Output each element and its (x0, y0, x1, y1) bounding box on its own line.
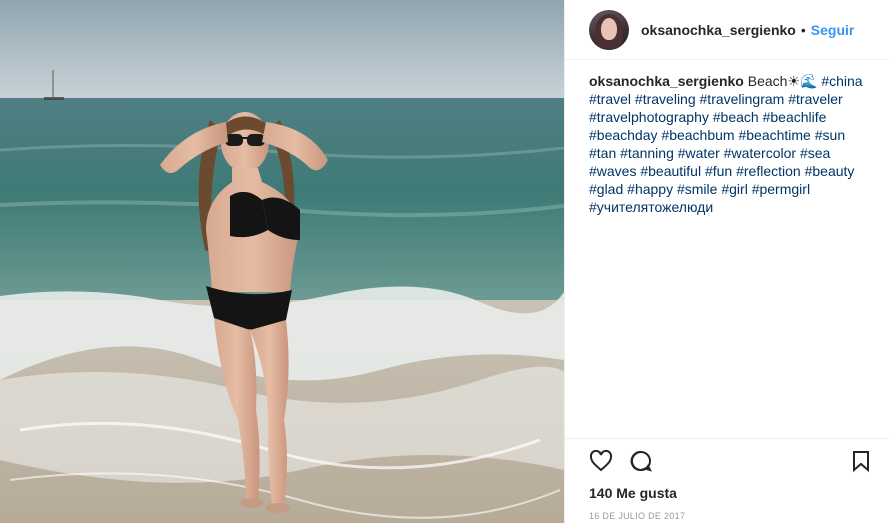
beach-photo-illustration (0, 0, 564, 523)
hashtag-link[interactable]: #sun (815, 127, 845, 143)
hashtag-link[interactable]: #fun (705, 163, 732, 179)
hashtag-link[interactable]: #watercolor (724, 145, 796, 161)
header-separator: • (800, 21, 806, 38)
hashtag-link[interactable]: #beauty (805, 163, 855, 179)
hashtag-link[interactable]: #waves (589, 163, 636, 179)
caption-username[interactable]: oksanochka_sergienko (589, 73, 744, 89)
post-actions: 140 Me gusta 16 DE JULIO DE 2017 (565, 438, 889, 523)
follow-button[interactable]: Seguir (811, 22, 855, 38)
hashtag-link[interactable]: #china (821, 73, 862, 89)
hashtag-link[interactable]: #glad (589, 181, 623, 197)
post-sidebar: oksanochka_sergienko • Seguir oksanochka… (564, 0, 889, 523)
hashtag-link[interactable]: #happy (627, 181, 673, 197)
post-caption: oksanochka_sergienko Beach☀🌊 #china #tra… (565, 60, 889, 216)
heart-icon[interactable] (589, 449, 613, 473)
hashtag-link[interactable]: #beachbum (661, 127, 734, 143)
hashtag-link[interactable]: #travelingram (700, 91, 785, 107)
post-photo[interactable] (0, 0, 564, 523)
hashtag-list: #china #travel #traveling #travelingram … (589, 73, 863, 215)
likes-count[interactable]: 140 Me gusta (589, 485, 873, 501)
hashtag-link[interactable]: #water (678, 145, 720, 161)
hashtag-link[interactable]: #tan (589, 145, 616, 161)
hashtag-link[interactable]: #travel (589, 91, 631, 107)
hashtag-link[interactable]: #учителятожелюди (589, 199, 713, 215)
hashtag-link[interactable]: #reflection (736, 163, 801, 179)
action-icons (589, 439, 873, 483)
hashtag-link[interactable]: #tanning (620, 145, 674, 161)
hashtag-link[interactable]: #beachday (589, 127, 658, 143)
comment-icon[interactable] (629, 449, 653, 473)
hashtag-link[interactable]: #smile (677, 181, 717, 197)
hashtag-link[interactable]: #girl (721, 181, 747, 197)
hashtag-link[interactable]: #beachlife (763, 109, 827, 125)
post-header: oksanochka_sergienko • Seguir (565, 0, 889, 60)
hashtag-link[interactable]: #traveling (635, 91, 696, 107)
hashtag-link[interactable]: #travelphotography (589, 109, 709, 125)
post-date: 16 DE JULIO DE 2017 (589, 511, 686, 521)
instagram-post: oksanochka_sergienko • Seguir oksanochka… (0, 0, 889, 523)
hashtag-link[interactable]: #sea (800, 145, 830, 161)
hashtag-link[interactable]: #beautiful (640, 163, 701, 179)
bookmark-icon[interactable] (849, 449, 873, 473)
hashtag-link[interactable]: #permgirl (752, 181, 810, 197)
hashtag-link[interactable]: #beachtime (738, 127, 810, 143)
avatar[interactable] (589, 9, 629, 50)
hashtag-link[interactable]: #beach (713, 109, 759, 125)
hashtag-link[interactable]: #traveler (788, 91, 842, 107)
header-username[interactable]: oksanochka_sergienko (641, 22, 796, 38)
caption-text: Beach☀🌊 (747, 73, 818, 89)
